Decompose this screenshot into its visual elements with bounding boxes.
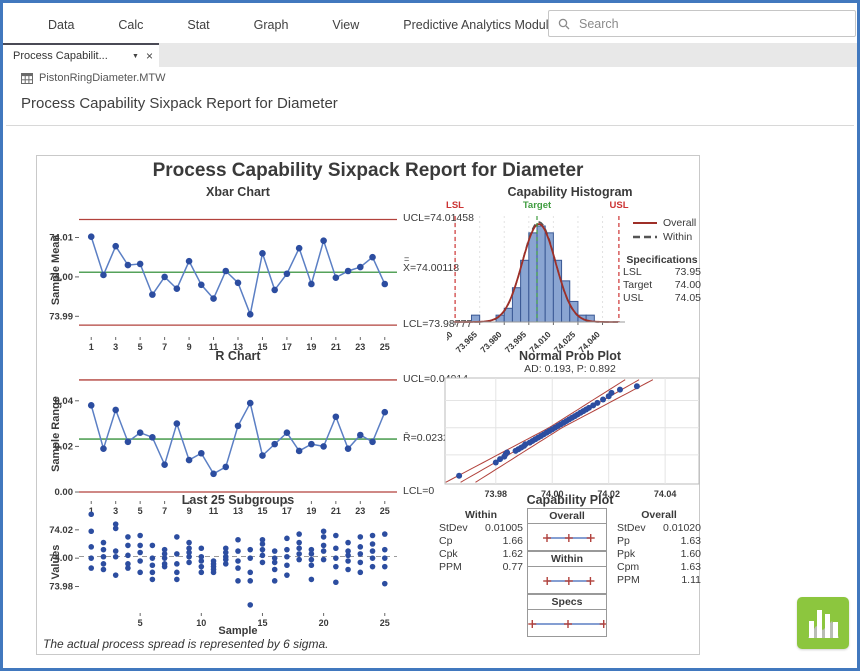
bar-chart-icon — [797, 597, 849, 649]
svg-text:73.98: 73.98 — [49, 582, 73, 593]
legend-overall: Overall — [633, 216, 696, 230]
worksheet-grid-icon — [21, 73, 33, 84]
interval-within — [527, 566, 607, 594]
svg-text:74.02: 74.02 — [49, 525, 73, 536]
usl-marker-label: USL — [597, 200, 641, 211]
tab-label: Process Capabilit... — [13, 50, 130, 62]
capability-plot-title: Capability Plot — [441, 493, 699, 507]
worksheet-row[interactable]: PistonRingDiameter.MTW — [21, 72, 166, 84]
xbar-chart-plot: 73.9974.0074.01135791113151719212325 — [45, 200, 405, 353]
search-icon — [558, 18, 570, 30]
probplot-subtitle: AD: 0.193, P: 0.892 — [441, 363, 699, 375]
last25-plot: 73.9874.0074.02510152025 — [45, 508, 405, 628]
overall-stats-title: Overall — [617, 508, 701, 522]
report-title: Process Capability Sixpack Report for Di… — [37, 160, 699, 182]
tab-strip: Process Capabilit... ▼ × — [3, 43, 860, 67]
menu-stat[interactable]: Stat — [187, 18, 209, 32]
histogram-title: Capability Histogram — [441, 185, 699, 199]
lsl-marker-label: LSL — [433, 200, 477, 211]
overall-stats: Overall StDev0.01020 Pp1.63 Ppk1.60 Cpm1… — [617, 508, 701, 587]
tab-process-capability[interactable]: Process Capabilit... ▼ × — [3, 43, 159, 67]
interval-stack: Overall Within Specs — [527, 508, 607, 637]
last25-xlabel: Sample — [79, 625, 397, 637]
menu-calc[interactable]: Calc — [118, 18, 143, 32]
spec-row-lsl: LSL73.95 — [623, 266, 701, 279]
close-icon[interactable]: × — [146, 51, 153, 61]
histogram-plot: 73.95073.96573.98073.99574.01074.02574.0… — [447, 214, 633, 360]
within-stats-title: Within — [439, 508, 523, 522]
overall-line-swatch — [633, 220, 657, 226]
spec-row-usl: USL74.05 — [623, 292, 701, 305]
graph-output-window: Process Capability Sixpack Report for Di… — [36, 155, 700, 655]
specifications-block: Specifications LSL73.95 Target74.00 USL7… — [623, 254, 701, 305]
svg-text:73.99: 73.99 — [49, 311, 73, 322]
svg-text:0.00: 0.00 — [55, 487, 74, 498]
menu-graph[interactable]: Graph — [254, 18, 289, 32]
search-input[interactable] — [577, 16, 855, 32]
within-stats: Within StDev0.01005 Cp1.66 Cpk1.62 PPM0.… — [439, 508, 523, 574]
r-chart-title: R Chart — [79, 349, 397, 363]
target-marker-label: Target — [515, 200, 559, 211]
menu-predictive-analytics-module[interactable]: Predictive Analytics Module — [403, 18, 555, 32]
header-divider — [6, 125, 854, 126]
report-footnote: The actual process spread is represented… — [43, 637, 328, 651]
minitab-window: Data Calc Stat Graph View Predictive Ana… — [0, 0, 860, 671]
probplot-title: Normal Prob Plot — [441, 349, 699, 363]
minitab-logo-button[interactable] — [797, 597, 849, 649]
menu-data[interactable]: Data — [48, 18, 74, 32]
chevron-down-icon[interactable]: ▼ — [132, 53, 139, 60]
spec-row-target: Target74.00 — [623, 279, 701, 292]
interval-specs — [527, 609, 607, 637]
specifications-title: Specifications — [623, 254, 701, 266]
xbar-chart-title: Xbar Chart — [79, 185, 397, 199]
svg-text:74.01: 74.01 — [49, 233, 73, 244]
svg-text:74.00: 74.00 — [49, 272, 73, 283]
svg-text:0.02: 0.02 — [55, 441, 74, 452]
search-box[interactable] — [548, 10, 856, 37]
interval-label-specs: Specs — [527, 594, 607, 609]
legend-within: Within — [633, 230, 696, 244]
within-line-swatch — [633, 234, 657, 240]
menu-view[interactable]: View — [332, 18, 359, 32]
page-title: Process Capability Sixpack Report for Di… — [21, 95, 338, 112]
interval-label-overall: Overall — [527, 508, 607, 523]
probplot-plot: 73.9874.0074.0274.04 — [441, 376, 703, 504]
svg-text:74.00: 74.00 — [49, 553, 73, 564]
interval-overall — [527, 523, 607, 551]
svg-text:0.04: 0.04 — [55, 396, 74, 407]
worksheet-name: PistonRingDiameter.MTW — [39, 72, 166, 84]
histogram-legend: Overall Within — [633, 216, 696, 244]
last25-title: Last 25 Subgroups — [79, 493, 397, 507]
r-lcl-label: LCL=0 — [403, 485, 434, 497]
interval-label-within: Within — [527, 551, 607, 566]
